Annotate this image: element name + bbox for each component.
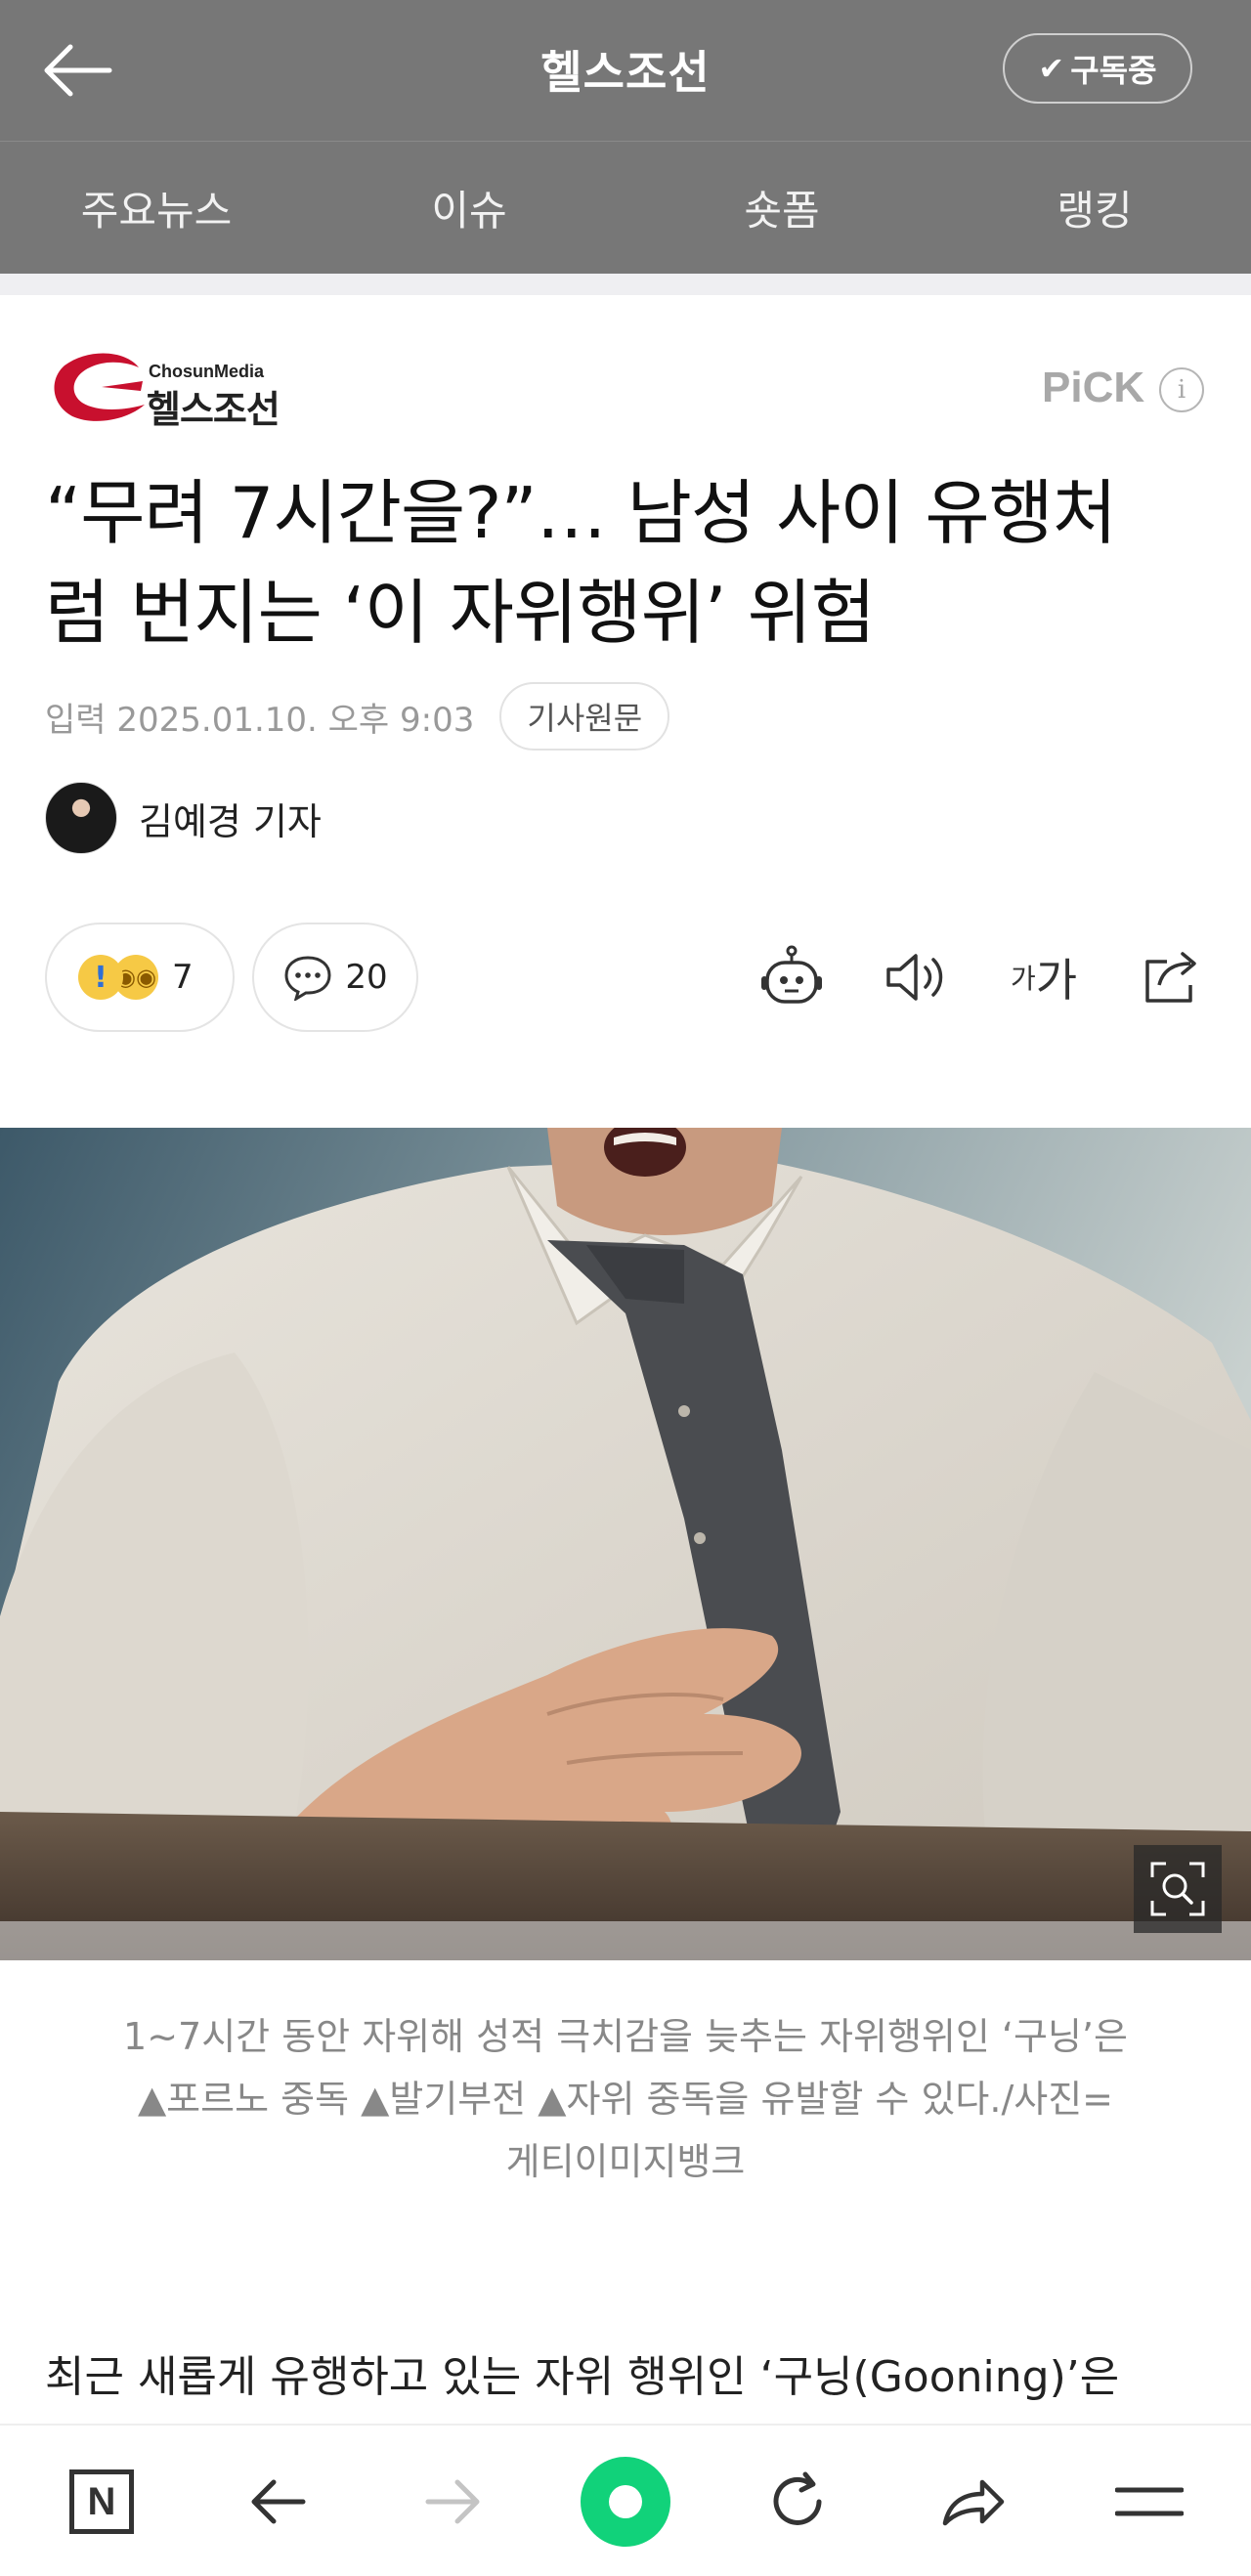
- subscribe-button[interactable]: ✔ 구독중: [1003, 33, 1192, 104]
- reaction-count: 7: [172, 958, 194, 997]
- reaction-button[interactable]: ! ◉◉ 7: [45, 923, 235, 1032]
- author-row[interactable]: 김예경 기자: [45, 782, 322, 854]
- share-arrow-icon: [942, 2479, 1005, 2526]
- original-article-button[interactable]: 기사원문: [499, 682, 670, 751]
- robot-icon: [761, 945, 822, 1004]
- menu-button[interactable]: [1100, 2453, 1198, 2551]
- info-icon[interactable]: i: [1159, 367, 1204, 412]
- surprised-emoji-icon: !: [78, 955, 123, 1000]
- brand-name: 헬스조선: [147, 388, 280, 431]
- naver-n-icon: N: [69, 2469, 134, 2534]
- pick-label: PiCK: [1042, 364, 1145, 411]
- back-arrow-icon: [251, 2479, 306, 2524]
- author-avatar: [45, 782, 117, 854]
- comment-count: 20: [345, 958, 388, 997]
- refresh-icon: [773, 2471, 822, 2525]
- tab-ranking[interactable]: 랭킹: [938, 142, 1251, 274]
- font-size-button[interactable]: 가가: [1003, 938, 1085, 1016]
- zoom-icon: [1150, 1862, 1205, 1916]
- app-header: 헬스조선 ✔ 구독중: [0, 0, 1251, 141]
- comment-button[interactable]: 20: [252, 923, 418, 1032]
- tab-shortform[interactable]: 숏폼: [626, 142, 938, 274]
- forward-nav-button[interactable]: [405, 2453, 502, 2551]
- tab-main-news[interactable]: 주요뉴스: [0, 142, 313, 274]
- article-body: 최근 새롭게 유행하고 있는 자위 행위인 ‘구닝(Gooning)’은: [45, 2352, 1120, 2402]
- photo-caption: 1~7시간 동안 자위해 성적 극치감을 늦추는 자위행위인 ‘구닝’은 ▲포르…: [59, 2005, 1192, 2193]
- home-icon: [581, 2457, 670, 2547]
- check-icon: ✔: [1038, 50, 1065, 87]
- publish-date: 입력 2025.01.10. 오후 9:03: [45, 700, 475, 740]
- caption-line-2: ▲포르노 중독 ▲발기부전 ▲자위 중독을 유발할 수 있다./사진=: [137, 2078, 1114, 2121]
- tab-issue[interactable]: 이슈: [313, 142, 626, 274]
- caption-line-1: 1~7시간 동안 자위해 성적 극치감을 늦추는 자위행위인 ‘구닝’은: [123, 2015, 1128, 2058]
- caption-line-3: 게티이미지뱅크: [505, 2140, 746, 2183]
- date-row: 입력 2025.01.10. 오후 9:03 기사원문: [45, 682, 670, 751]
- forward-arrow-icon: [425, 2479, 480, 2524]
- font-size-small: 가: [1010, 963, 1036, 995]
- article-photo-illustration: [0, 1128, 1251, 1960]
- share-icon: [1145, 952, 1196, 1003]
- divider: [0, 274, 1251, 295]
- summary-bot-button[interactable]: [753, 938, 831, 1016]
- subscribe-label: 구독중: [1070, 52, 1157, 89]
- page-share-button[interactable]: [925, 2453, 1022, 2551]
- menu-icon: [1115, 2487, 1184, 2516]
- refresh-button[interactable]: [749, 2453, 846, 2551]
- article-photo[interactable]: [0, 1128, 1251, 1960]
- speaker-icon: [886, 954, 943, 1001]
- font-size-large: 가: [1035, 954, 1078, 1007]
- section-tabs: 주요뉴스 이슈 숏폼 랭킹: [0, 141, 1251, 274]
- headline-line-2: 럼 번지는 ‘이 자위행위’ 위험: [45, 572, 876, 654]
- photo-zoom-button[interactable]: [1134, 1845, 1222, 1933]
- naver-home-button[interactable]: N: [53, 2453, 151, 2551]
- headline-line-1: “무려 7시간을?”… 남성 사이 유행처: [45, 472, 1117, 554]
- back-nav-button[interactable]: [229, 2453, 326, 2551]
- article-headline: “무려 7시간을?”… 남성 사이 유행처 럼 번지는 ‘이 자위행위’ 위험: [45, 463, 1218, 663]
- share-button[interactable]: [1132, 938, 1210, 1016]
- author-name: 김예경 기자: [139, 799, 322, 843]
- browser-bottom-bar: N: [0, 2424, 1251, 2576]
- comment-icon: [284, 956, 331, 1001]
- read-aloud-button[interactable]: [878, 938, 956, 1016]
- home-button[interactable]: [577, 2453, 674, 2551]
